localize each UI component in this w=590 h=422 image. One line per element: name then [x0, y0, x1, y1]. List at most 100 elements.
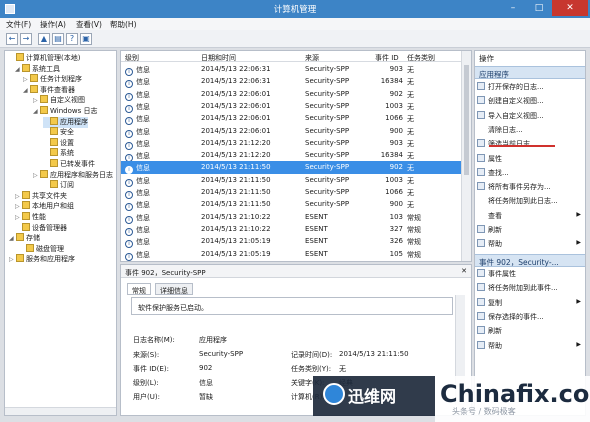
tree-expand-icon[interactable]: ▷ — [9, 256, 16, 263]
tree-expand-icon[interactable]: ▷ — [33, 172, 40, 179]
action-item[interactable]: 查看 ▶ — [477, 211, 583, 222]
show-hide-tree-icon[interactable]: ▤ — [52, 33, 64, 45]
tab-details[interactable]: 详细信息 — [155, 283, 193, 295]
menu-help[interactable]: 帮助(H) — [110, 19, 137, 30]
performance-icon — [22, 212, 30, 220]
table-row[interactable]: i 信息 2014/5/13 21:10:22 ESENT 常规 103 — [121, 211, 461, 224]
action-item[interactable]: 帮助 ▶ — [477, 340, 583, 352]
action-item[interactable]: 刷新 — [477, 326, 583, 337]
table-row[interactable]: i 信息 2014/5/13 22:06:01 Security-SPP 无 900 — [121, 125, 461, 138]
show-hide-action-pane-icon[interactable]: ▣ — [80, 33, 92, 45]
save-icon — [477, 311, 485, 320]
tree-node[interactable]: ▷ 性能 — [15, 212, 46, 223]
tree-node[interactable]: ◢ 系统工具 — [15, 63, 60, 75]
tree-node[interactable]: 安全 — [43, 127, 74, 138]
table-row[interactable]: i 信息 2014/5/13 21:12:20 Security-SPP 无 16384 — [121, 149, 461, 163]
action-item[interactable]: 查找... — [477, 167, 583, 179]
column-datetime[interactable]: 日期和时间 — [201, 53, 236, 63]
cell-category: 无 — [407, 189, 414, 197]
tree-horizontal-scrollbar[interactable] — [5, 407, 116, 415]
column-level[interactable]: 级别 — [125, 53, 139, 63]
menu-action[interactable]: 操作(A) — [40, 19, 66, 30]
menu-view[interactable]: 查看(V) — [76, 19, 102, 30]
tree-expand-icon[interactable]: ▷ — [33, 97, 40, 104]
tree-node[interactable]: ◢ 存储 — [9, 233, 40, 244]
table-row[interactable]: i 信息 2014/5/13 22:06:01 Security-SPP 无 902 — [121, 88, 461, 101]
action-item[interactable]: 刷新 — [477, 225, 583, 236]
minimize-button[interactable]: – — [500, 0, 526, 16]
tree-expand-icon[interactable]: ▷ — [15, 203, 22, 210]
table-row[interactable]: i 信息 2014/5/13 22:06:31 Security-SPP 无 16384 — [121, 75, 461, 89]
action-item[interactable]: 复制 ▶ — [477, 297, 583, 309]
tree-node[interactable]: 设备管理器 — [15, 222, 67, 234]
action-item[interactable]: 将所有事件另存为... — [477, 182, 583, 193]
column-task-category[interactable]: 任务类别 — [407, 53, 435, 63]
cell-source: ESENT — [305, 249, 328, 258]
forward-icon[interactable]: → — [20, 33, 32, 45]
cell-category: 常规 — [407, 225, 421, 234]
table-row[interactable]: i 信息 2014/5/13 21:12:20 Security-SPP 无 903 — [121, 137, 461, 150]
tree-node[interactable]: ▷ 应用程序和服务日志 — [33, 169, 113, 181]
column-event-id[interactable]: 事件 ID — [375, 53, 399, 63]
tree-expand-icon[interactable]: ◢ — [33, 108, 40, 115]
table-row[interactable]: i 信息 2014/5/13 21:11:50 Security-SPP 无 1003 — [121, 174, 461, 187]
tree-node[interactable]: ▷ 共享文件夹 — [15, 190, 67, 202]
action-item[interactable]: 属性 — [477, 153, 583, 165]
tree-expand-icon[interactable]: ▷ — [15, 214, 22, 221]
actions-section-event[interactable]: 事件 902，Security-... — [475, 254, 585, 267]
action-item[interactable]: 导入自定义视图... — [477, 110, 583, 122]
tree-node-label: 服务和应用程序 — [26, 255, 75, 264]
action-item[interactable]: 打开保存的日志... — [477, 82, 583, 93]
table-row[interactable]: i 信息 2014/5/13 21:10:22 ESENT 常规 327 — [121, 223, 461, 236]
action-item[interactable]: 帮助 ▶ — [477, 239, 583, 250]
tree-expand-icon[interactable]: ◢ — [9, 235, 16, 242]
maximize-button[interactable]: □ — [526, 0, 552, 16]
tree-node[interactable]: ▷ 任务计划程序 — [23, 74, 82, 85]
tree-node[interactable]: 设置 — [43, 137, 74, 149]
tree-expand-icon[interactable]: ▷ — [23, 76, 30, 83]
cell-datetime: 2014/5/13 22:06:01 — [201, 101, 271, 110]
close-button[interactable]: ✕ — [552, 0, 588, 16]
action-item[interactable]: 将任务附加到此日志... — [477, 196, 583, 207]
tree-expand-icon[interactable]: ◢ — [23, 87, 30, 94]
tree-expand-icon[interactable]: ◢ — [15, 66, 22, 73]
detail-field-value: 暂缺 — [199, 393, 213, 401]
tree-node[interactable]: 已转发事件 — [43, 159, 95, 170]
tree-node[interactable]: 计算机管理(本地) — [9, 53, 80, 64]
action-item[interactable]: 保存选择的事件... — [477, 311, 583, 323]
tree-node[interactable]: 订阅 — [43, 180, 74, 191]
table-row[interactable]: i 信息 2014/5/13 22:06:01 Security-SPP 无 1066 — [121, 112, 461, 126]
tree-node[interactable]: ▷ 自定义视图 — [33, 95, 85, 106]
table-row[interactable]: i 信息 2014/5/13 21:11:50 Security-SPP 无 902 — [121, 161, 461, 175]
tree-node[interactable]: ▷ 本地用户和组 — [15, 201, 74, 212]
tree-node[interactable]: 磁盘管理 — [19, 243, 64, 255]
close-detail-icon[interactable]: ✕ — [461, 267, 467, 275]
tree-node[interactable]: ▷ 服务和应用程序 — [9, 254, 75, 265]
tree-node[interactable]: 应用程序 — [43, 116, 88, 128]
column-source[interactable]: 来源 — [305, 53, 319, 63]
tree-expand-icon[interactable]: ▷ — [15, 193, 22, 200]
help-icon[interactable]: ? — [66, 33, 78, 45]
action-item[interactable]: 事件属性 — [477, 269, 583, 280]
tree-node[interactable]: ◢ Windows 日志 — [33, 106, 97, 117]
tree-node-label: 存储 — [26, 234, 40, 243]
up-icon[interactable]: ▲ — [38, 33, 50, 45]
table-row[interactable]: i 信息 2014/5/13 22:06:31 Security-SPP 无 903 — [121, 63, 461, 76]
table-row[interactable]: i 信息 2014/5/13 22:06:01 Security-SPP 无 1003 — [121, 100, 461, 113]
table-row[interactable]: i 信息 2014/5/13 21:05:19 ESENT 常规 326 — [121, 235, 461, 249]
action-item[interactable]: 清除日志... — [477, 125, 583, 136]
back-icon[interactable]: ← — [6, 33, 18, 45]
action-item[interactable]: 创建自定义视图... — [477, 96, 583, 107]
cell-source: Security-SPP — [305, 138, 350, 147]
tree-node[interactable]: 系统 — [43, 148, 74, 159]
table-row[interactable]: i 信息 2014/5/13 21:11:50 Security-SPP 无 1066 — [121, 186, 461, 199]
actions-section-application[interactable]: 应用程序 — [475, 66, 585, 79]
menu-file[interactable]: 文件(F) — [6, 19, 31, 30]
table-row[interactable]: i 信息 2014/5/13 21:11:50 Security-SPP 无 900 — [121, 198, 461, 212]
event-list-scrollbar[interactable] — [461, 51, 471, 261]
table-row[interactable]: i 信息 2014/5/13 21:05:19 ESENT 常规 105 — [121, 248, 461, 261]
action-item[interactable]: 将任务附加到此事件... — [477, 283, 583, 294]
tab-general[interactable]: 常规 — [127, 283, 151, 295]
tree-node[interactable]: ◢ 事件查看器 — [23, 84, 75, 96]
cell-datetime: 2014/5/13 21:12:20 — [201, 138, 271, 147]
